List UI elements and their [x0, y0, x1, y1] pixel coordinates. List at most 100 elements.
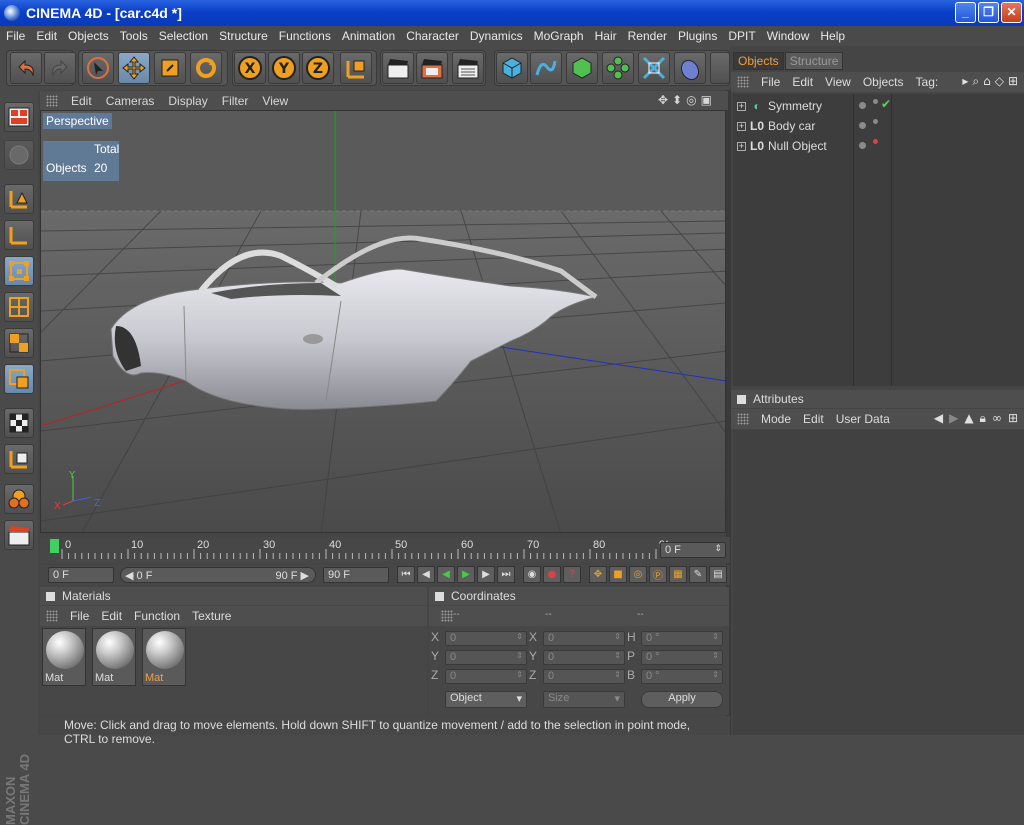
- object-snap-button[interactable]: [4, 484, 34, 514]
- materials-menu-function[interactable]: Function: [128, 609, 186, 623]
- polygons-mode-button[interactable]: [4, 328, 34, 358]
- scene-object-button[interactable]: [674, 52, 706, 84]
- material-thumbnail[interactable]: Mat: [42, 628, 86, 686]
- scale-tool-button[interactable]: [154, 52, 186, 84]
- coord-value-field[interactable]: 0 ⇕: [445, 669, 527, 684]
- menu-file[interactable]: File: [0, 29, 30, 43]
- coord-value-field[interactable]: 0 ° ⇕: [641, 631, 723, 646]
- redo-button[interactable]: [44, 52, 76, 84]
- frame-range-slider[interactable]: ◀ 0 F 90 F ▶: [120, 567, 316, 583]
- tab-structure[interactable]: Structure: [784, 52, 844, 70]
- menu-structure[interactable]: Structure: [213, 29, 273, 43]
- coord-value-field[interactable]: 0 ⇕: [543, 650, 625, 665]
- coord-value-field[interactable]: 0 ° ⇕: [641, 650, 723, 665]
- z-axis-lock-button[interactable]: Z: [302, 52, 334, 84]
- live-selection-button[interactable]: [82, 52, 114, 84]
- model-mode-button[interactable]: [4, 184, 34, 214]
- add-panel-icon[interactable]: ⊞: [1008, 74, 1018, 89]
- spline-button[interactable]: [530, 52, 562, 84]
- coord-size-select[interactable]: Size ▾: [543, 691, 625, 708]
- texture-axis-button[interactable]: [4, 444, 34, 474]
- forward-arrow-icon[interactable]: ▶: [949, 411, 958, 426]
- light-button[interactable]: [710, 52, 730, 84]
- menu-dpit[interactable]: DPIT: [722, 29, 760, 43]
- key-rotation-button[interactable]: ◎: [629, 566, 647, 583]
- current-frame-field[interactable]: 0 F ⇕: [660, 542, 726, 558]
- viewport-menu-filter[interactable]: Filter: [215, 94, 256, 108]
- keyframe-help-button[interactable]: ?: [563, 566, 581, 583]
- tag-arrow-icon[interactable]: ▸: [962, 74, 968, 89]
- editor-visibility-dot[interactable]: [859, 122, 866, 129]
- attributes-menu-mode[interactable]: Mode: [755, 412, 797, 426]
- rotate-tool-button[interactable]: [190, 52, 222, 84]
- timeline-settings-button[interactable]: ▤: [709, 566, 727, 583]
- expand-icon[interactable]: +: [737, 121, 746, 131]
- minimize-button[interactable]: _: [955, 2, 976, 23]
- menu-plugins[interactable]: Plugins: [672, 29, 722, 43]
- expand-icon[interactable]: +: [737, 141, 746, 151]
- play-backward-button[interactable]: ◀: [437, 566, 455, 583]
- rotate-view-icon[interactable]: ◎: [686, 93, 696, 107]
- objects-menu-view[interactable]: View: [819, 75, 857, 89]
- nurbs-button[interactable]: [566, 52, 598, 84]
- materials-menu-file[interactable]: File: [64, 609, 95, 623]
- scheme-button[interactable]: ✎: [689, 566, 707, 583]
- animation-button[interactable]: [4, 520, 34, 550]
- menu-render[interactable]: Render: [622, 29, 672, 43]
- render-visibility-dot[interactable]: [873, 139, 878, 144]
- coord-value-field[interactable]: 0 ⇕: [543, 669, 625, 684]
- viewport-menu-cameras[interactable]: Cameras: [99, 94, 162, 108]
- x-axis-lock-button[interactable]: X: [234, 52, 266, 84]
- play-forward-button[interactable]: ▶: [457, 566, 475, 583]
- menu-objects[interactable]: Objects: [62, 29, 114, 43]
- maximize-view-icon[interactable]: ▣: [701, 93, 712, 107]
- objects-menu-tag[interactable]: Tag:: [910, 75, 945, 89]
- object-mode-button[interactable]: [4, 140, 34, 170]
- eye-icon[interactable]: ◇: [995, 74, 1004, 89]
- render-to-picture-viewer-button[interactable]: [452, 52, 484, 84]
- coord-value-field[interactable]: 0 ⇕: [543, 631, 625, 646]
- up-arrow-icon[interactable]: ▲: [964, 411, 973, 426]
- menu-window[interactable]: Window: [761, 29, 815, 43]
- link-icon[interactable]: ∞: [992, 411, 1002, 426]
- menu-help[interactable]: Help: [814, 29, 850, 43]
- materials-menu-edit[interactable]: Edit: [95, 609, 128, 623]
- objects-menu-edit[interactable]: Edit: [786, 75, 819, 89]
- object-axis-button[interactable]: [4, 220, 34, 250]
- timeline[interactable]: 0102030405060708090 0 F⇕: [40, 537, 730, 563]
- key-parameter-button[interactable]: Ⓟ: [649, 566, 667, 583]
- attributes-menu-user-data[interactable]: User Data: [830, 412, 896, 426]
- key-pla-button[interactable]: ▦: [669, 566, 687, 583]
- uv-mode-button[interactable]: [4, 364, 34, 394]
- material-thumbnail[interactable]: Mat: [142, 628, 186, 686]
- object-row[interactable]: + ◐ Symmetry ✔: [733, 96, 1024, 116]
- perspective-viewport[interactable]: Y Z X Perspective Total Objects 20: [40, 110, 726, 533]
- end-frame-field[interactable]: 90 F: [323, 567, 389, 583]
- menu-functions[interactable]: Functions: [273, 29, 336, 43]
- object-row[interactable]: + L0 Null Object: [733, 136, 1024, 156]
- next-frame-button[interactable]: ▶: [477, 566, 495, 583]
- points-mode-button[interactable]: [4, 256, 34, 286]
- record-keys-button[interactable]: ◉: [523, 566, 541, 583]
- home-icon[interactable]: ⌂: [983, 74, 991, 89]
- coord-value-field[interactable]: 0 ° ⇕: [641, 669, 723, 684]
- objects-menu-objects[interactable]: Objects: [857, 75, 910, 89]
- search-icon[interactable]: ⌕: [972, 74, 979, 89]
- back-arrow-icon[interactable]: ◀: [934, 411, 943, 426]
- coordinate-system-button[interactable]: [340, 52, 372, 84]
- y-axis-lock-button[interactable]: Y: [268, 52, 300, 84]
- materials-menu-texture[interactable]: Texture: [186, 609, 237, 623]
- expand-icon[interactable]: +: [737, 101, 746, 111]
- layout-button[interactable]: [4, 102, 34, 132]
- menu-selection[interactable]: Selection: [153, 29, 213, 43]
- editor-visibility-dot[interactable]: [859, 102, 866, 109]
- coord-mode-select[interactable]: Object ▾: [445, 691, 527, 708]
- objects-menu-file[interactable]: File: [755, 75, 786, 89]
- start-frame-field[interactable]: 0 F: [48, 567, 114, 583]
- menu-hair[interactable]: Hair: [589, 29, 622, 43]
- cube-primitive-button[interactable]: [496, 52, 528, 84]
- editor-visibility-dot[interactable]: [859, 142, 866, 149]
- menu-mograph[interactable]: MoGraph: [528, 29, 589, 43]
- viewport-menu-edit[interactable]: Edit: [64, 94, 99, 108]
- close-button[interactable]: ✕: [1001, 2, 1022, 23]
